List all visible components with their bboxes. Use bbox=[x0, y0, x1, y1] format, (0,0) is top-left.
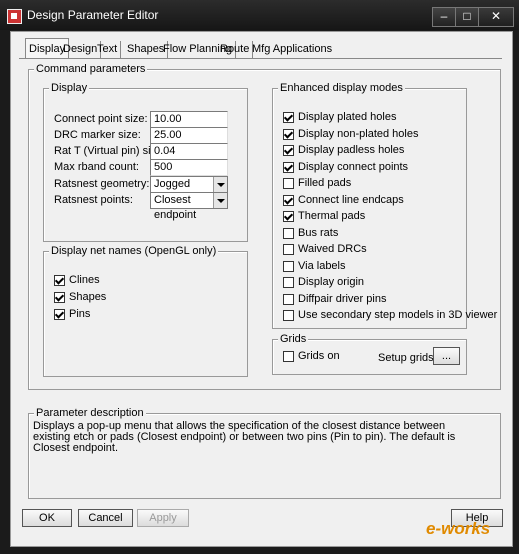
command-parameters-label: Command parameters bbox=[34, 63, 148, 75]
tab-mfg-applications[interactable]: Mfg Applications bbox=[249, 41, 335, 58]
connect-point-size-label: Connect point size: bbox=[54, 113, 148, 125]
parameter-description-label: Parameter description bbox=[34, 407, 146, 419]
waived-drcs-label: Waived DRCs bbox=[298, 243, 367, 255]
ratsnest-geometry-select[interactable]: Jogged bbox=[150, 176, 228, 193]
thermal-pads-checkbox[interactable] bbox=[283, 211, 294, 222]
cancel-button[interactable]: Cancel bbox=[78, 509, 133, 527]
tab-divider bbox=[19, 58, 502, 59]
secondary-step-models-label: Use secondary step models in 3D viewer bbox=[298, 309, 498, 321]
display-non-plated-holes-checkbox[interactable] bbox=[283, 129, 294, 140]
connect-line-endcaps-checkbox[interactable] bbox=[283, 195, 294, 206]
parameter-description-group: Parameter description Displays a pop-up … bbox=[28, 407, 501, 499]
grids-group: Grids Grids on Setup grids ... bbox=[272, 333, 467, 375]
connect-point-size-input[interactable]: 10.00 bbox=[150, 111, 228, 128]
ratsnest-geometry-label: Ratsnest geometry: bbox=[54, 178, 150, 190]
minimize-button[interactable]: – bbox=[432, 7, 456, 27]
display-net-names-label: Display net names (OpenGL only) bbox=[49, 245, 219, 257]
ratsnest-points-select[interactable]: Closest endpoint bbox=[150, 192, 228, 221]
dialog-window: Design Parameter Editor – □ ✕ Display De… bbox=[0, 0, 519, 554]
ratsnest-points-value: Closest endpoint bbox=[154, 194, 197, 221]
parameter-description-text: Displays a pop-up menu that allows the s… bbox=[33, 420, 456, 454]
via-labels-checkbox[interactable] bbox=[283, 261, 294, 272]
display-group: Display Connect point size: 10.00 DRC ma… bbox=[43, 82, 248, 242]
display-connect-points-checkbox[interactable] bbox=[283, 162, 294, 173]
via-labels-label: Via labels bbox=[298, 260, 346, 272]
display-group-label: Display bbox=[49, 82, 90, 94]
drc-marker-size-input[interactable]: 25.00 bbox=[150, 127, 228, 144]
grids-on-label: Grids on bbox=[298, 350, 340, 362]
bus-rats-checkbox[interactable] bbox=[283, 228, 294, 239]
ok-button[interactable]: OK bbox=[22, 509, 72, 527]
chevron-down-icon[interactable] bbox=[213, 193, 227, 208]
rat-t-size-label: Rat T (Virtual pin) size: bbox=[54, 145, 166, 157]
grids-group-label: Grids bbox=[278, 333, 309, 345]
display-origin-checkbox[interactable] bbox=[283, 277, 294, 288]
ratsnest-geometry-value: Jogged bbox=[154, 178, 191, 190]
watermark-logo: e-works bbox=[426, 519, 491, 538]
diffpair-driver-pins-label: Diffpair driver pins bbox=[298, 293, 387, 305]
diffpair-driver-pins-checkbox[interactable] bbox=[283, 294, 294, 305]
shapes-checkbox[interactable] bbox=[54, 292, 65, 303]
setup-grids-label: Setup grids bbox=[378, 352, 434, 364]
shapes-label: Shapes bbox=[69, 291, 107, 303]
clines-label: Clines bbox=[69, 274, 100, 286]
maximize-button[interactable]: □ bbox=[455, 7, 479, 27]
filled-pads-label: Filled pads bbox=[298, 177, 352, 189]
chevron-down-icon[interactable] bbox=[213, 177, 227, 192]
display-non-plated-holes-label: Display non-plated holes bbox=[298, 128, 419, 140]
tab-text[interactable]: Text bbox=[94, 41, 122, 58]
drc-marker-size-label: DRC marker size: bbox=[54, 129, 141, 141]
display-padless-holes-checkbox[interactable] bbox=[283, 145, 294, 156]
pins-checkbox[interactable] bbox=[54, 309, 65, 320]
rat-t-size-input[interactable]: 0.04 bbox=[150, 143, 228, 160]
max-rband-count-label: Max rband count: bbox=[54, 161, 139, 173]
title-bar[interactable]: Design Parameter Editor – □ ✕ bbox=[0, 0, 519, 30]
bus-rats-label: Bus rats bbox=[298, 227, 339, 239]
max-rband-count-input[interactable]: 500 bbox=[150, 159, 228, 176]
grids-on-checkbox[interactable] bbox=[283, 351, 294, 362]
display-origin-label: Display origin bbox=[298, 276, 365, 288]
secondary-step-models-checkbox[interactable] bbox=[283, 310, 294, 321]
display-plated-holes-checkbox[interactable] bbox=[283, 112, 294, 123]
display-net-names-group: Display net names (OpenGL only) Clines S… bbox=[43, 245, 248, 377]
display-connect-points-label: Display connect points bbox=[298, 161, 409, 173]
enhanced-display-modes-group: Enhanced display modes Display plated ho… bbox=[272, 82, 497, 329]
command-parameters-group: Command parameters Display Connect point… bbox=[28, 63, 501, 390]
display-plated-holes-label: Display plated holes bbox=[298, 111, 397, 123]
enhanced-display-modes-label: Enhanced display modes bbox=[278, 82, 405, 94]
clines-checkbox[interactable] bbox=[54, 275, 65, 286]
filled-pads-checkbox[interactable] bbox=[283, 178, 294, 189]
waived-drcs-checkbox[interactable] bbox=[283, 244, 294, 255]
window-title: Design Parameter Editor bbox=[27, 8, 159, 22]
apply-button[interactable]: Apply bbox=[137, 509, 189, 527]
tab-route[interactable]: Route bbox=[217, 41, 254, 58]
setup-grids-button[interactable]: ... bbox=[433, 347, 460, 365]
ratsnest-points-label: Ratsnest points: bbox=[54, 194, 133, 206]
connect-line-endcaps-label: Connect line endcaps bbox=[298, 194, 404, 206]
close-button[interactable]: ✕ bbox=[478, 7, 514, 27]
app-icon bbox=[7, 9, 22, 24]
dialog-client: Display Design Text Shapes Flow Planning… bbox=[10, 31, 513, 547]
thermal-pads-label: Thermal pads bbox=[298, 210, 366, 222]
pins-label: Pins bbox=[69, 308, 91, 320]
display-padless-holes-label: Display padless holes bbox=[298, 144, 405, 156]
